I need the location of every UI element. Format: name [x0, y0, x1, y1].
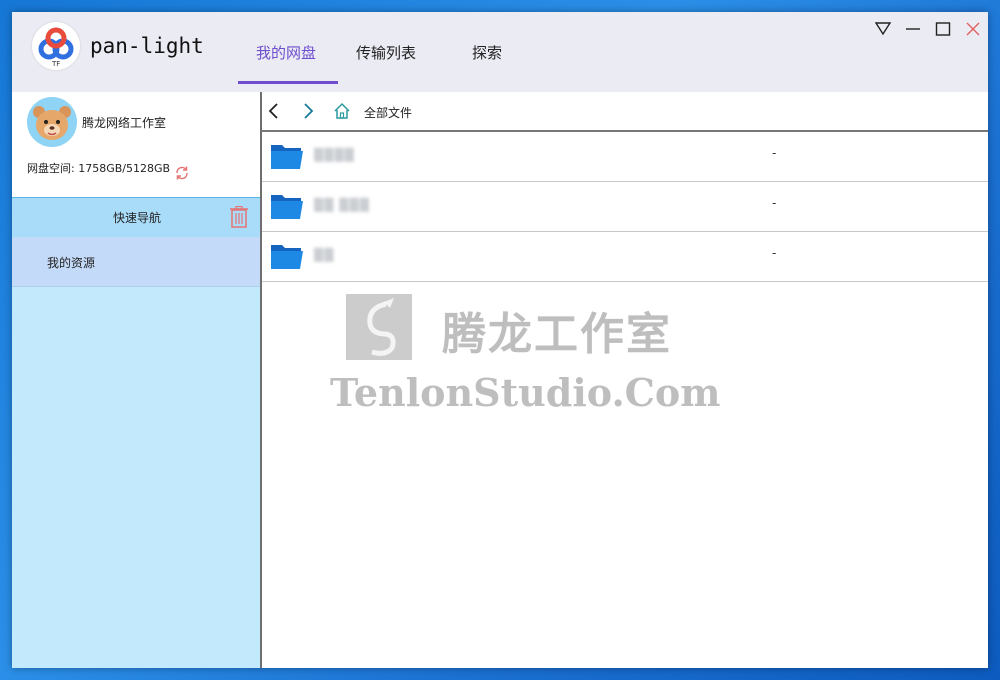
trash-icon — [230, 205, 248, 228]
minimize-icon — [906, 28, 920, 30]
file-size: - — [772, 146, 777, 160]
file-name: ▒▒ — [314, 248, 335, 262]
file-row[interactable]: ▒▒ - — [262, 232, 988, 282]
tab-transfer-list[interactable]: 传输列表 — [356, 42, 416, 63]
quick-nav-header: 快速导航 — [12, 197, 260, 238]
file-name: ▒▒▒▒ — [314, 148, 355, 162]
avatar[interactable] — [27, 97, 77, 147]
refresh-icon — [176, 166, 188, 180]
tab-explore[interactable]: 探索 — [472, 42, 502, 63]
username: 腾龙网络工作室 — [82, 116, 167, 130]
home-icon — [334, 102, 350, 119]
minimize-button[interactable] — [902, 18, 924, 40]
file-row[interactable]: ▒▒▒▒ - — [262, 132, 988, 182]
sidebar-item-label: 我的资源 — [47, 256, 96, 270]
app-logo: TF — [32, 22, 80, 70]
logo-text: TF — [51, 60, 60, 68]
user-profile: 腾龙网络工作室 网盘空间: 1758GB/5128GB — [12, 92, 260, 197]
file-size: - — [772, 246, 777, 260]
folder-icon — [271, 195, 303, 219]
maximize-icon — [935, 22, 951, 36]
quick-nav-label: 快速导航 — [113, 211, 162, 225]
trash-button[interactable] — [229, 205, 249, 232]
file-row[interactable]: ▒▒ ▒▒▒ - — [262, 182, 988, 232]
dropdown-button[interactable] — [872, 18, 894, 40]
chevron-right-icon — [304, 103, 314, 119]
app-window: TF pan-light 我的网盘 传输列表 探索 腾龙网络工作室 网盘空间: … — [12, 12, 988, 668]
close-icon — [966, 22, 980, 36]
file-browser: 全部文件 ▒▒▒▒ - ▒▒ ▒▒▒ - ▒▒ - — [262, 92, 988, 668]
close-button[interactable] — [962, 18, 984, 40]
title-bar: TF pan-light 我的网盘 传输列表 探索 — [12, 12, 988, 92]
app-name: pan-light — [90, 34, 204, 58]
file-name: ▒▒ ▒▒▒ — [314, 198, 370, 212]
sidebar-item-my-resources[interactable]: 我的资源 — [12, 237, 260, 287]
active-tab-indicator — [238, 81, 338, 84]
maximize-button[interactable] — [932, 18, 954, 40]
file-toolbar: 全部文件 — [262, 92, 988, 132]
home-button[interactable] — [332, 101, 352, 121]
storage-usage: 网盘空间: 1758GB/5128GB — [27, 162, 171, 175]
breadcrumb[interactable]: 全部文件 — [364, 104, 412, 121]
sidebar: 腾龙网络工作室 网盘空间: 1758GB/5128GB 快速导航 我的资源 — [12, 92, 262, 668]
chevron-left-icon — [268, 103, 278, 119]
refresh-button[interactable] — [174, 165, 190, 185]
baidu-cloud-logo-icon: TF — [38, 27, 74, 68]
file-size: - — [772, 196, 777, 210]
folder-icon — [271, 145, 303, 169]
folder-icon — [271, 245, 303, 269]
bear-avatar-icon — [27, 97, 77, 147]
back-button[interactable] — [264, 101, 284, 121]
dropdown-icon — [875, 22, 891, 36]
forward-button[interactable] — [298, 101, 318, 121]
tab-my-netdisk[interactable]: 我的网盘 — [256, 42, 316, 63]
